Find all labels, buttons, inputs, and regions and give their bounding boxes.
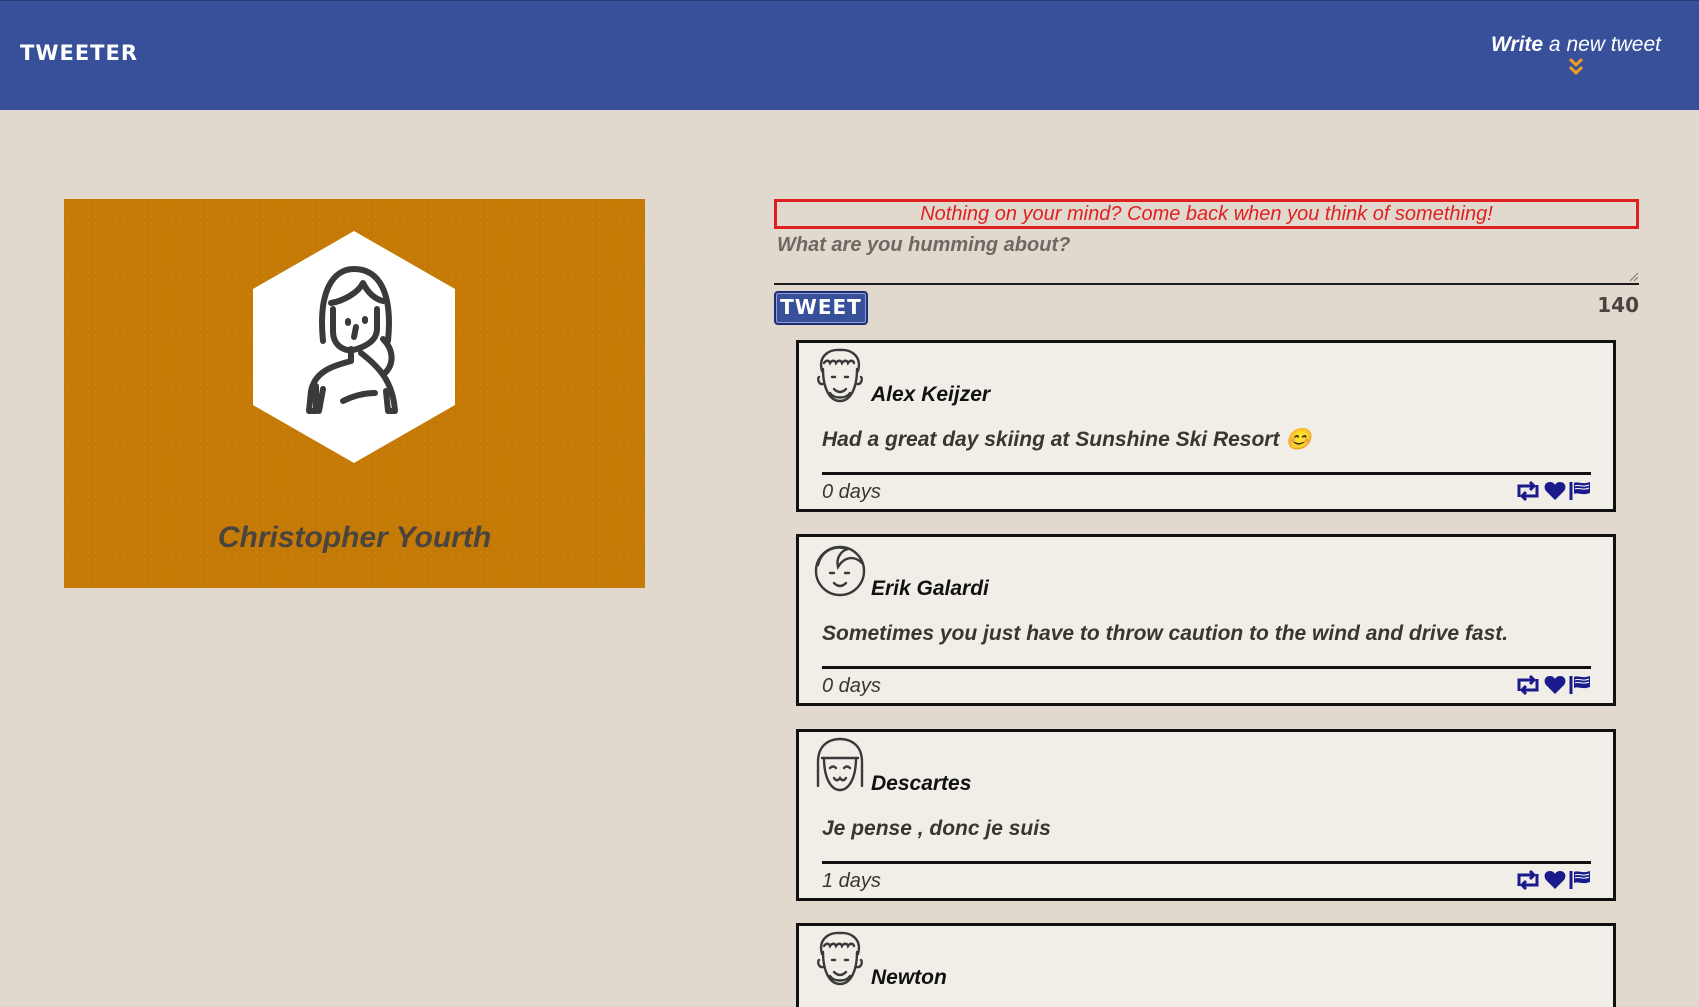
tweet-content: Sometimes you just have to throw caution…: [822, 622, 1509, 645]
tweet-author: Newton: [871, 966, 947, 989]
tweet-card: Newton: [796, 923, 1616, 1007]
flag-icon[interactable]: [1569, 675, 1591, 699]
avatar-short-hair-icon: [814, 545, 866, 597]
error-message: Nothing on your mind? Come back when you…: [774, 199, 1639, 229]
resize-handle-icon[interactable]: [1629, 272, 1639, 282]
double-chevron-down-icon: [1568, 57, 1584, 75]
tweet-actions: [1515, 869, 1591, 894]
heart-icon[interactable]: [1544, 481, 1566, 505]
tweet-textarea[interactable]: What are you humming about?: [774, 231, 1639, 285]
flag-icon[interactable]: [1569, 870, 1591, 894]
tweet-author: Alex Keijzer: [871, 383, 991, 406]
heart-icon[interactable]: [1544, 675, 1566, 699]
write-tweet-toggle[interactable]: Write a new tweet: [1491, 33, 1661, 75]
tweet-age: 1 days: [822, 870, 881, 892]
retweet-icon[interactable]: [1515, 869, 1541, 894]
avatar-curly-hair-icon: [817, 931, 863, 986]
tweet-content: Je pense , donc je suis: [822, 817, 1051, 840]
profile-avatar: [253, 231, 455, 463]
tweet-card: Descartes Je pense , donc je suis 1 days: [796, 729, 1616, 901]
tweet-actions: [1515, 480, 1591, 505]
tweet-footer: 0 days: [822, 472, 1591, 509]
brand-logo[interactable]: TWEETER: [20, 41, 138, 65]
retweet-icon[interactable]: [1515, 674, 1541, 699]
tweet-actions: [1515, 674, 1591, 699]
tweet-age: 0 days: [822, 675, 881, 697]
heart-icon[interactable]: [1544, 870, 1566, 894]
compose-toggle-bold: Write: [1490, 33, 1544, 56]
tweet-author: Descartes: [871, 772, 972, 795]
avatar-curly-hair-icon: [817, 348, 863, 403]
tweet-card: Alex Keijzer Had a great day skiing at S…: [796, 340, 1616, 512]
profile-name: Christopher Yourth: [217, 521, 492, 554]
tweet-button[interactable]: TWEET: [774, 291, 868, 325]
flag-icon[interactable]: [1569, 481, 1591, 505]
char-counter: 140: [1597, 293, 1639, 317]
tweet-author: Erik Galardi: [871, 577, 989, 600]
tweet-card: Erik Galardi Sometimes you just have to …: [796, 534, 1616, 706]
tweet-content: Had a great day skiing at Sunshine Ski R…: [822, 428, 1312, 451]
compose-form: Nothing on your mind? Come back when you…: [774, 199, 1639, 327]
tweet-age: 0 days: [822, 481, 881, 503]
avatar-bob-hair-icon: [816, 737, 864, 792]
retweet-icon[interactable]: [1515, 480, 1541, 505]
profile-card: Christopher Yourth: [64, 199, 645, 588]
navbar: TWEETER Write a new tweet: [0, 0, 1699, 110]
textarea-placeholder: What are you humming about?: [777, 234, 1071, 256]
tweet-footer: 1 days: [822, 861, 1591, 898]
compose-toggle-text: a new tweet: [1543, 33, 1661, 56]
tweet-footer: 0 days: [822, 666, 1591, 703]
